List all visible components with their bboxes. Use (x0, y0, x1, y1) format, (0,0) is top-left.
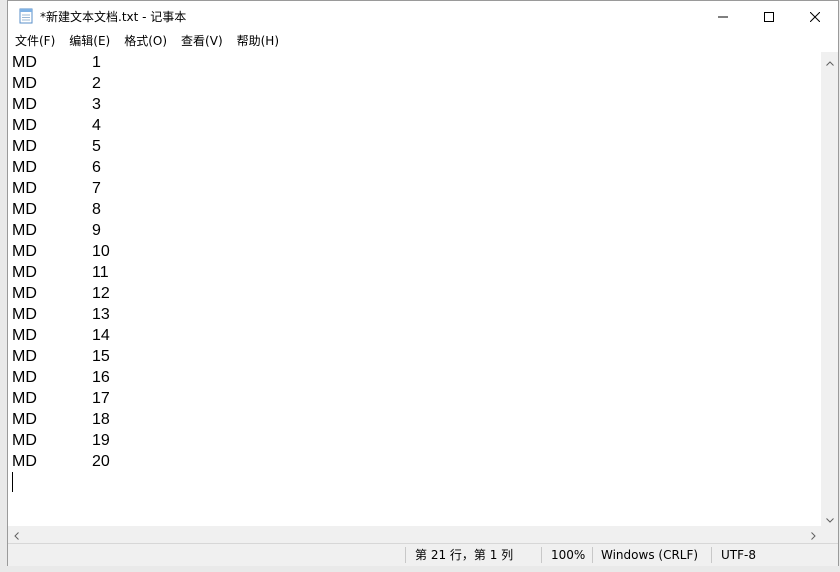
minimize-icon (718, 7, 728, 26)
close-button[interactable] (792, 1, 838, 31)
text-line: MD 20 (8, 451, 822, 472)
line-number: 18 (92, 411, 110, 428)
line-prefix: MD (12, 432, 37, 449)
status-divider (592, 547, 593, 563)
line-number: 17 (92, 390, 110, 407)
minimize-button[interactable] (700, 1, 746, 31)
close-icon (809, 7, 821, 26)
line-number: 2 (92, 75, 101, 92)
text-line: MD 12 (8, 283, 822, 304)
window-title: *新建文本文档.txt - 记事本 (40, 9, 187, 24)
notepad-icon (18, 8, 34, 24)
menu-edit[interactable]: 编辑(E) (62, 31, 117, 51)
line-number: 4 (92, 117, 101, 134)
line-number: 16 (92, 369, 110, 386)
text-line: MD 17 (8, 388, 822, 409)
status-bar: 第 21 行，第 1 列 100% Windows (CRLF) UTF-8 (8, 543, 838, 566)
status-divider (405, 547, 406, 563)
line-number: 11 (92, 264, 109, 281)
line-number: 19 (92, 432, 110, 449)
text-line: MD 19 (8, 430, 822, 451)
scroll-down-button[interactable] (821, 509, 838, 526)
line-number: 14 (92, 327, 110, 344)
line-prefix: MD (12, 201, 37, 218)
status-cursor-position: 第 21 行，第 1 列 (415, 548, 514, 562)
line-number: 9 (92, 222, 101, 239)
menu-view[interactable]: 查看(V) (174, 31, 230, 51)
line-prefix: MD (12, 264, 37, 281)
scrollbar-corner (821, 526, 838, 543)
text-line: MD 1 (8, 52, 822, 73)
line-prefix: MD (12, 327, 37, 344)
line-prefix: MD (12, 348, 37, 365)
text-line: MD 16 (8, 367, 822, 388)
line-number: 12 (92, 285, 110, 302)
chevron-right-icon (811, 525, 816, 544)
text-line: MD 11 (8, 262, 822, 283)
line-prefix: MD (12, 222, 37, 239)
text-line: MD 8 (8, 199, 822, 220)
chevron-up-icon (825, 51, 834, 70)
status-line-ending: Windows (CRLF) (601, 548, 699, 562)
text-line: MD 3 (8, 94, 822, 115)
scroll-right-button[interactable] (805, 526, 822, 543)
line-number: 5 (92, 138, 101, 155)
line-prefix: MD (12, 54, 37, 71)
line-number: 13 (92, 306, 110, 323)
line-number: 15 (92, 348, 110, 365)
line-number: 3 (92, 96, 101, 113)
line-prefix: MD (12, 411, 37, 428)
line-prefix: MD (12, 390, 37, 407)
line-prefix: MD (12, 159, 37, 176)
text-line: MD 14 (8, 325, 822, 346)
notepad-window: *新建文本文档.txt - 记事本 文件(F) 编辑(E) 格式(O) 查看(V… (7, 0, 839, 566)
title-bar[interactable]: *新建文本文档.txt - 记事本 (8, 1, 838, 31)
line-prefix: MD (12, 96, 37, 113)
line-number: 20 (92, 453, 110, 470)
line-prefix: MD (12, 453, 37, 470)
scroll-up-button[interactable] (821, 52, 838, 69)
line-number: 6 (92, 159, 101, 176)
line-prefix: MD (12, 285, 37, 302)
chevron-down-icon (825, 508, 834, 527)
chevron-left-icon (14, 525, 19, 544)
maximize-button[interactable] (746, 1, 792, 31)
text-line: MD 7 (8, 178, 822, 199)
text-line: MD 18 (8, 409, 822, 430)
maximize-icon (764, 7, 774, 26)
text-line: MD 10 (8, 241, 822, 262)
status-encoding: UTF-8 (721, 548, 756, 562)
line-number: 1 (92, 54, 101, 71)
text-editor[interactable]: MD 1 MD 2 MD 3 MD 4 MD 5 MD 6 MD 7 MD 8 MD 9 MD 10… (8, 52, 822, 526)
text-line: MD 9 (8, 220, 822, 241)
line-prefix: MD (12, 138, 37, 155)
window-controls (700, 1, 838, 31)
text-line: MD 4 (8, 115, 822, 136)
line-prefix: MD (12, 180, 37, 197)
line-number: 10 (92, 243, 110, 260)
vertical-scrollbar[interactable] (821, 52, 838, 526)
text-line: MD 13 (8, 304, 822, 325)
line-number: 8 (92, 201, 101, 218)
horizontal-scrollbar[interactable] (8, 526, 822, 543)
text-line: MD 2 (8, 73, 822, 94)
line-number: 7 (92, 180, 101, 197)
status-divider (541, 547, 542, 563)
text-line: MD 5 (8, 136, 822, 157)
menu-file[interactable]: 文件(F) (8, 31, 62, 51)
line-prefix: MD (12, 117, 37, 134)
line-prefix: MD (12, 243, 37, 260)
line-prefix: MD (12, 369, 37, 386)
text-caret (12, 472, 13, 492)
status-zoom: 100% (551, 548, 586, 562)
menu-format[interactable]: 格式(O) (117, 31, 174, 51)
line-prefix: MD (12, 75, 37, 92)
menu-help[interactable]: 帮助(H) (230, 31, 286, 51)
scroll-left-button[interactable] (8, 526, 25, 543)
menu-bar: 文件(F) 编辑(E) 格式(O) 查看(V) 帮助(H) (8, 31, 838, 51)
line-prefix: MD (12, 306, 37, 323)
text-line: MD 15 (8, 346, 822, 367)
status-divider (711, 547, 712, 563)
text-line: MD 6 (8, 157, 822, 178)
